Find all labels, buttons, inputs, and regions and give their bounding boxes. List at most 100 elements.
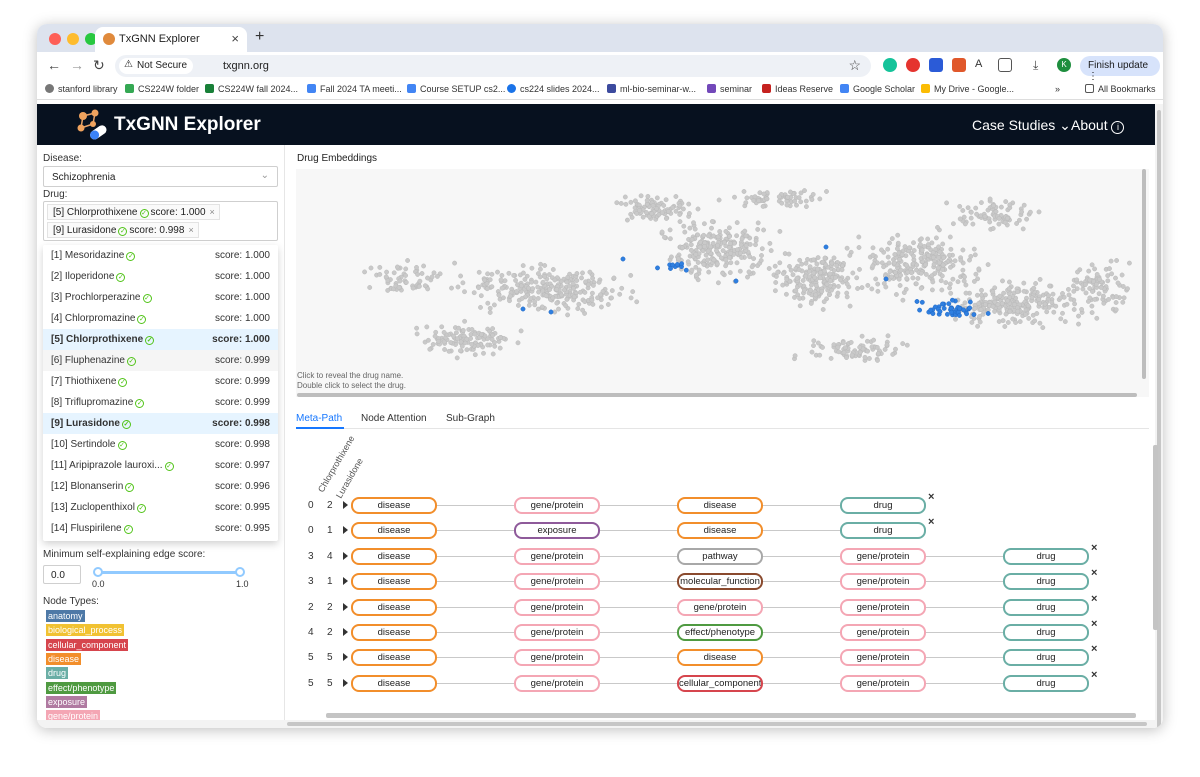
drug-option[interactable]: [12] Blonanserin ✓ score: 0.996 [43, 476, 278, 497]
path-node[interactable]: gene/protein [840, 649, 926, 667]
page-horizontal-scrollbar[interactable] [37, 720, 1155, 728]
not-secure-badge[interactable]: Not Secure [119, 58, 194, 74]
remove-path-icon[interactable]: × [1091, 643, 1097, 655]
slider-handle-min[interactable] [93, 567, 103, 577]
bookmark-ideas-reserve[interactable]: Ideas Reserve [762, 84, 833, 94]
remove-path-icon[interactable]: × [1091, 542, 1097, 554]
path-node[interactable]: gene/protein [514, 573, 600, 591]
drug-option[interactable]: [14] Fluspirilene ✓ score: 0.995 [43, 518, 278, 539]
node-type-tag[interactable]: anatomy [46, 610, 85, 622]
node-type-tag[interactable]: gene/protein [46, 710, 101, 720]
remove-path-icon[interactable]: × [1091, 618, 1097, 630]
expand-caret-icon[interactable] [343, 628, 348, 636]
remove-path-icon[interactable]: × [1091, 669, 1097, 681]
path-node[interactable]: gene/protein [840, 547, 926, 565]
meta-path-horizontal-scrollbar[interactable] [326, 713, 1136, 718]
graduation-cap-extension-icon[interactable] [929, 58, 943, 72]
path-node[interactable]: disease [677, 649, 763, 667]
path-node[interactable]: effect/phenotype [677, 624, 763, 641]
profile-avatar-icon[interactable]: K [1057, 58, 1071, 72]
bookmark-ml-bio-seminar[interactable]: ml-bio-seminar-w... [607, 84, 696, 94]
drug-option[interactable]: [5] Chlorprothixene ✓ score: 1.000 [43, 329, 278, 350]
embedding-scatter[interactable] [296, 169, 1136, 391]
selected-drug-chip[interactable]: [5] Chlorprothixene ✓ score: 1.000 × [47, 204, 220, 220]
node-type-tag[interactable]: disease [46, 652, 82, 665]
grammarly-extension-icon[interactable] [883, 58, 897, 72]
back-arrow-icon[interactable]: ← [47, 57, 61, 73]
drug-option[interactable]: [2] Iloperidone ✓ score: 1.000 [43, 266, 278, 287]
bookmark-google-scholar[interactable]: Google Scholar [840, 84, 915, 94]
path-node[interactable]: gene/protein [514, 598, 600, 616]
meta-path-vertical-scrollbar[interactable] [1153, 445, 1158, 630]
path-node[interactable]: drug [840, 522, 926, 540]
path-node[interactable]: disease [351, 522, 437, 540]
path-node[interactable]: disease [351, 573, 437, 591]
min-score-slider-track[interactable] [97, 571, 241, 574]
bookmark-cs224w-fall[interactable]: CS224W fall 2024... [205, 84, 298, 94]
expand-caret-icon[interactable] [343, 602, 348, 611]
path-node[interactable]: gene/protein [514, 649, 600, 667]
page-vertical-scrollbar[interactable] [1155, 104, 1163, 728]
drug-option[interactable]: [7] Thiothixene ✓ score: 0.999 [43, 371, 278, 392]
path-node[interactable]: drug [1003, 674, 1089, 692]
tab-close-icon[interactable]: × [231, 31, 239, 46]
remove-path-icon[interactable]: × [928, 516, 934, 528]
bookmark-star-icon[interactable]: ☆ [848, 57, 861, 74]
path-node[interactable]: drug [1003, 547, 1089, 565]
expand-caret-icon[interactable] [343, 501, 348, 509]
adblock-extension-icon[interactable] [906, 58, 920, 72]
path-node[interactable]: disease [677, 522, 763, 540]
remove-path-icon[interactable]: × [1091, 593, 1097, 605]
bookmark-seminar[interactable]: seminar [707, 84, 752, 94]
node-type-tag[interactable]: cellular_component [46, 638, 129, 651]
chip-remove-icon[interactable]: × [188, 225, 193, 235]
path-node[interactable]: drug [1003, 573, 1089, 591]
drug-embeddings-plot[interactable]: Click to reveal the drug name. Double cl… [296, 169, 1149, 397]
path-node[interactable]: gene/protein [514, 497, 600, 514]
node-type-tag[interactable]: biological_process [46, 624, 125, 637]
expand-caret-icon[interactable] [343, 551, 348, 560]
drug-option[interactable]: [13] Zuclopenthixol ✓ score: 0.995 [43, 497, 278, 518]
bookmarks-overflow-icon[interactable]: » [1055, 84, 1060, 94]
slider-handle-max[interactable] [235, 567, 245, 577]
path-node[interactable]: gene/protein [514, 547, 600, 565]
drug-option[interactable]: [4] Chlorpromazine ✓ score: 1.000 [43, 308, 278, 329]
drug-option[interactable]: [9] Lurasidone ✓ score: 0.998 [43, 413, 278, 434]
chip-remove-icon[interactable]: × [210, 207, 215, 217]
path-node[interactable]: disease [351, 624, 437, 641]
path-node[interactable]: molecular_function [677, 573, 763, 591]
forward-arrow-icon[interactable]: → [70, 57, 84, 73]
tab-sub-graph[interactable]: Sub-Graph [446, 413, 495, 424]
disease-select[interactable]: Schizophrenia ⌄ [43, 166, 278, 187]
tab-node-attention[interactable]: Node Attention [361, 413, 427, 424]
expand-caret-icon[interactable] [343, 678, 348, 687]
embedding-vertical-scrollbar[interactable] [1142, 169, 1146, 379]
path-node[interactable]: gene/protein [514, 624, 600, 641]
path-node[interactable]: cellular_component [677, 674, 763, 692]
node-type-tag[interactable]: effect/phenotype [46, 681, 117, 694]
drug-option[interactable]: [1] Mesoridazine ✓ score: 1.000 [43, 245, 278, 266]
path-node[interactable]: gene/protein [514, 674, 600, 692]
path-node[interactable]: disease [351, 598, 437, 616]
new-tab-plus-icon[interactable]: + [255, 28, 264, 46]
path-node[interactable]: pathway [677, 547, 763, 565]
drug-option[interactable]: [11] Aripiprazole lauroxi... ✓ score: 0.99… [43, 455, 278, 476]
minimize-window-button[interactable] [67, 33, 79, 45]
bookmark-stanford-library[interactable]: stanford library [45, 84, 118, 94]
selected-drug-chip[interactable]: [9] Lurasidone ✓ score: 0.998 × [47, 222, 199, 238]
tab-meta-path[interactable]: Meta-Path [296, 413, 342, 424]
path-node[interactable]: disease [677, 497, 763, 514]
url-text[interactable]: txgnn.org [223, 60, 269, 72]
bookmark-cs224-slides[interactable]: cs224 slides 2024... [507, 84, 600, 94]
path-node[interactable]: drug [1003, 624, 1089, 641]
remove-path-icon[interactable]: × [1091, 567, 1097, 579]
node-type-tag[interactable]: exposure [46, 695, 88, 708]
expand-caret-icon[interactable] [343, 653, 348, 662]
bookmark-my-drive[interactable]: My Drive - Google... [921, 84, 1014, 94]
path-node[interactable]: drug [1003, 598, 1089, 616]
path-node[interactable]: gene/protein [840, 674, 926, 692]
min-score-input[interactable]: 0.0 [43, 565, 81, 584]
close-window-button[interactable] [49, 33, 61, 45]
bookmark-ta-meeting[interactable]: Fall 2024 TA meeti... [307, 84, 402, 94]
path-node[interactable]: drug [840, 497, 926, 514]
